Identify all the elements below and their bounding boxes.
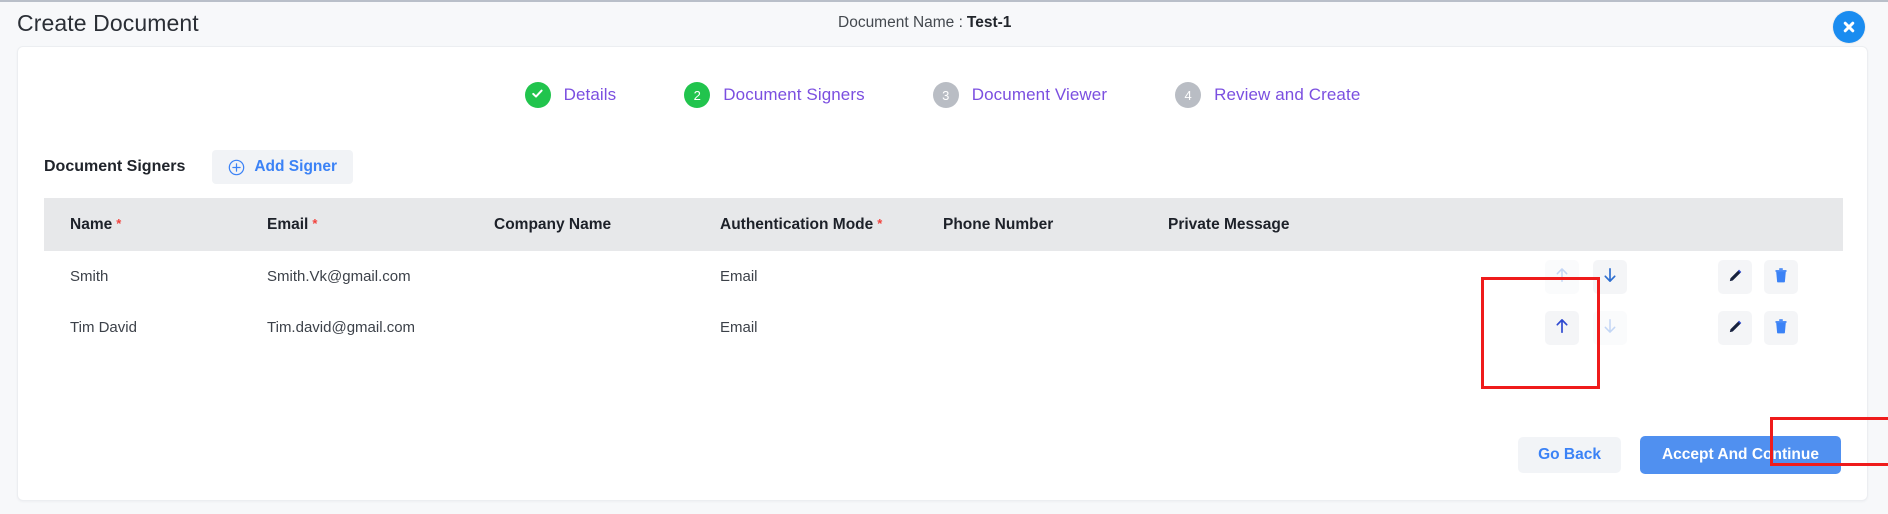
column-header-email: Email * [267, 216, 494, 234]
step-2-label: Document Signers [723, 85, 865, 104]
modal-body-card: Details 2 Document Signers 3 Document Vi… [17, 46, 1868, 501]
required-marker: * [877, 215, 883, 231]
column-header-company-name: Company Name [494, 215, 612, 233]
step-details[interactable]: Details [524, 82, 617, 108]
row-actions [1673, 310, 1843, 345]
cell-email: Tim.david@gmail.com [267, 319, 416, 336]
close-icon [1841, 19, 1857, 35]
move-down-button[interactable] [1592, 259, 1627, 294]
step-document-signers[interactable]: 2 Document Signers [684, 82, 865, 108]
cell-name: Smith [70, 268, 109, 285]
step-1-indicator [524, 82, 551, 108]
arrow-up-icon [1554, 266, 1570, 287]
column-header-authentication-mode: Authentication Mode * [720, 216, 943, 234]
add-signer-label: Add Signer [254, 158, 338, 175]
column-header-email-label: Email [267, 215, 309, 233]
step-3-indicator: 3 [932, 82, 959, 108]
table-row: Tim David Tim.david@gmail.com Email [44, 302, 1843, 353]
trash-icon [1773, 318, 1789, 338]
row-actions [1673, 259, 1843, 294]
arrow-down-icon [1602, 317, 1618, 338]
step-4-label: Review and Create [1214, 85, 1361, 104]
cell-auth-mode: Email [720, 319, 758, 336]
step-2-indicator: 2 [684, 82, 711, 108]
page-title: Create Document [17, 10, 199, 36]
cell-name: Tim David [70, 319, 137, 336]
cell-auth-mode: Email [720, 268, 758, 285]
wizard-stepper: Details 2 Document Signers 3 Document Vi… [18, 82, 1867, 108]
wizard-footer: Go Back Accept And Continue [1518, 436, 1841, 474]
column-header-name: Name * [44, 216, 267, 234]
add-signer-button[interactable]: Add Signer [212, 150, 354, 184]
signers-table: Name * Email * Company Name Authentication… [44, 198, 1843, 353]
delete-button[interactable] [1764, 310, 1798, 345]
edit-button[interactable] [1718, 259, 1752, 294]
column-header-phone-number: Phone Number [943, 215, 1054, 233]
document-name-label: Document Name : [838, 14, 963, 31]
step-document-viewer[interactable]: 3 Document Viewer [932, 82, 1108, 108]
reorder-controls [1498, 259, 1673, 294]
table-row: Smith Smith.Vk@gmail.com Email [44, 251, 1843, 302]
section-title: Document Signers [44, 158, 186, 175]
required-marker: * [312, 215, 318, 231]
modal-header: Create Document Document Name : Test-1 [0, 0, 1888, 52]
column-header-auth-label: Authentication Mode [720, 215, 874, 233]
step-1-label: Details [563, 85, 617, 104]
move-up-button[interactable] [1544, 259, 1579, 294]
reorder-controls [1498, 310, 1673, 345]
delete-button[interactable] [1764, 259, 1798, 294]
close-button[interactable] [1833, 11, 1865, 43]
arrow-up-icon [1554, 317, 1570, 338]
move-down-button[interactable] [1592, 310, 1627, 345]
document-name-value: Test-1 [966, 14, 1012, 31]
edit-button[interactable] [1718, 310, 1752, 345]
check-icon [530, 86, 545, 104]
pencil-icon [1727, 267, 1744, 287]
pencil-icon [1727, 318, 1744, 338]
move-up-button[interactable] [1544, 310, 1579, 345]
step-review-and-create[interactable]: 4 Review and Create [1175, 82, 1360, 108]
required-marker: * [116, 215, 122, 231]
step-4-indicator: 4 [1175, 82, 1202, 108]
arrow-down-icon [1602, 266, 1618, 287]
create-document-modal: Create Document Document Name : Test-1 D… [0, 0, 1888, 514]
step-3-label: Document Viewer [971, 85, 1108, 104]
column-header-name-label: Name [70, 215, 113, 233]
trash-icon [1773, 267, 1789, 287]
document-name-display: Document Name : Test-1 [838, 14, 1011, 32]
table-header-row: Name * Email * Company Name Authentication… [44, 198, 1843, 251]
column-header-private-message: Private Message [1168, 215, 1290, 233]
go-back-button[interactable]: Go Back [1518, 437, 1621, 473]
cell-email: Smith.Vk@gmail.com [267, 268, 411, 285]
plus-circle-icon [228, 159, 245, 176]
accept-and-continue-button[interactable]: Accept And Continue [1639, 436, 1841, 474]
signers-section-header: Document Signers Add Signer [44, 150, 354, 184]
